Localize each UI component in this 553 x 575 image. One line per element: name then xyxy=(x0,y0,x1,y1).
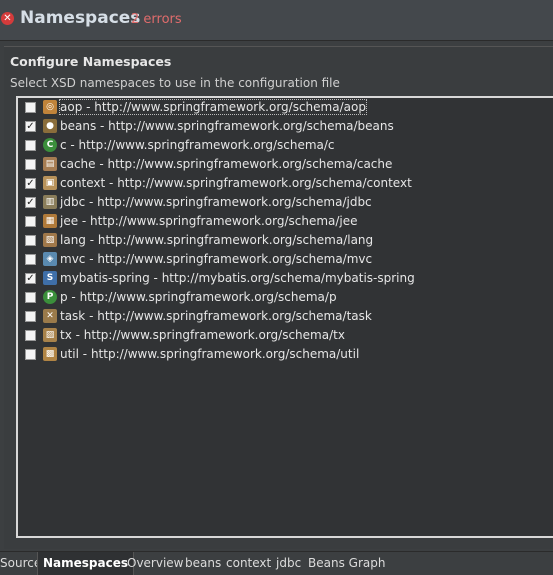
namespace-row-jee[interactable]: ▦ jee - http://www.springframework.org/s… xyxy=(18,212,538,231)
namespace-row-c[interactable]: C c - http://www.springframework.org/sch… xyxy=(18,136,538,155)
namespace-label-mybatis-spring: mybatis-spring - http://mybatis.org/sche… xyxy=(60,271,415,285)
tab-beans-graph[interactable]: Beans Graph xyxy=(308,552,385,575)
context-icon: ▣ xyxy=(43,176,57,190)
namespace-row-beans[interactable]: ✓ ● beans - http://www.springframework.o… xyxy=(18,117,538,136)
tab-jdbc[interactable]: jdbc xyxy=(276,552,301,575)
util-icon: ▩ xyxy=(43,347,57,361)
checkbox-task[interactable] xyxy=(25,311,36,322)
aop-icon: ◎ xyxy=(43,100,57,114)
error-icon: ✕ xyxy=(1,12,14,25)
tab-beans[interactable]: beans xyxy=(185,552,221,575)
namespace-label-p: p - http://www.springframework.org/schem… xyxy=(60,290,337,304)
checkbox-c[interactable] xyxy=(25,140,36,151)
checkbox-tx[interactable] xyxy=(25,330,36,341)
namespace-row-cache[interactable]: ▤ cache - http://www.springframework.org… xyxy=(18,155,538,174)
namespace-row-mybatis-spring[interactable]: ✓ S mybatis-spring - http://mybatis.org/… xyxy=(18,269,538,288)
checkbox-jdbc[interactable]: ✓ xyxy=(25,197,36,208)
namespace-label-aop: aop - http://www.springframework.org/sch… xyxy=(59,99,367,115)
tab-namespaces[interactable]: Namespaces xyxy=(37,552,135,575)
namespace-row-lang[interactable]: ▧ lang - http://www.springframework.org/… xyxy=(18,231,538,250)
checkbox-util[interactable] xyxy=(25,349,36,360)
namespace-row-jdbc[interactable]: ✓ ▥ jdbc - http://www.springframework.or… xyxy=(18,193,538,212)
jee-icon: ▦ xyxy=(43,214,57,228)
namespace-label-lang: lang - http://www.springframework.org/sc… xyxy=(60,233,374,247)
namespace-label-context: context - http://www.springframework.org… xyxy=(60,176,412,190)
namespace-row-mvc[interactable]: ◈ mvc - http://www.springframework.org/s… xyxy=(18,250,538,269)
namespace-label-mvc: mvc - http://www.springframework.org/sch… xyxy=(60,252,373,266)
namespace-row-aop[interactable]: ◎ aop - http://www.springframework.org/s… xyxy=(18,98,538,117)
namespace-label-jdbc: jdbc - http://www.springframework.org/sc… xyxy=(60,195,372,209)
checkbox-jee[interactable] xyxy=(25,216,36,227)
page-title: Namespaces xyxy=(20,8,141,28)
section-description: Select XSD namespaces to use in the conf… xyxy=(10,76,340,90)
checkbox-mvc[interactable] xyxy=(25,254,36,265)
namespace-row-util[interactable]: ▩ util - http://www.springframework.org/… xyxy=(18,345,538,364)
checkbox-cache[interactable] xyxy=(25,159,36,170)
checkbox-beans[interactable]: ✓ xyxy=(25,121,36,132)
error-count-link[interactable]: 2 errors xyxy=(131,12,182,27)
tab-overview[interactable]: Overview xyxy=(127,552,184,575)
namespace-list[interactable]: ◎ aop - http://www.springframework.org/s… xyxy=(16,96,553,538)
checkbox-mybatis-spring[interactable]: ✓ xyxy=(25,273,36,284)
jdbc-icon: ▥ xyxy=(43,195,57,209)
lang-icon: ▧ xyxy=(43,233,57,247)
namespace-row-context[interactable]: ✓ ▣ context - http://www.springframework… xyxy=(18,174,538,193)
namespace-label-beans: beans - http://www.springframework.org/s… xyxy=(60,119,394,133)
checkbox-p[interactable] xyxy=(25,292,36,303)
section-title: Configure Namespaces xyxy=(10,54,172,69)
namespace-label-task: task - http://www.springframework.org/sc… xyxy=(60,309,372,323)
tx-icon: ▨ xyxy=(43,328,57,342)
namespace-label-util: util - http://www.springframework.org/sc… xyxy=(60,347,360,361)
cache-icon: ▤ xyxy=(43,157,57,171)
tab-context[interactable]: context xyxy=(226,552,271,575)
namespace-label-jee: jee - http://www.springframework.org/sch… xyxy=(60,214,358,228)
c-icon: C xyxy=(43,138,57,152)
namespace-row-p[interactable]: P p - http://www.springframework.org/sch… xyxy=(18,288,538,307)
beans-icon: ● xyxy=(43,119,57,133)
configure-namespaces-section: Configure Namespaces Select XSD namespac… xyxy=(4,46,553,549)
checkbox-aop[interactable] xyxy=(25,102,36,113)
namespace-label-tx: tx - http://www.springframework.org/sche… xyxy=(60,328,345,342)
checkbox-context[interactable]: ✓ xyxy=(25,178,36,189)
p-icon: P xyxy=(43,290,57,304)
namespace-row-task[interactable]: ✕ task - http://www.springframework.org/… xyxy=(18,307,538,326)
namespace-label-cache: cache - http://www.springframework.org/s… xyxy=(60,157,393,171)
checkbox-lang[interactable] xyxy=(25,235,36,246)
namespace-row-tx[interactable]: ▨ tx - http://www.springframework.org/sc… xyxy=(18,326,538,345)
editor-tab-bar: Source Namespaces Overview beans context… xyxy=(0,551,553,575)
task-icon: ✕ xyxy=(43,309,57,323)
mvc-icon: ◈ xyxy=(43,252,57,266)
namespace-label-c: c - http://www.springframework.org/schem… xyxy=(60,138,335,152)
mybatis-spring-icon: S xyxy=(43,271,57,285)
tab-source[interactable]: Source xyxy=(0,552,41,575)
editor-header: ✕ Namespaces 2 errors xyxy=(0,0,553,41)
